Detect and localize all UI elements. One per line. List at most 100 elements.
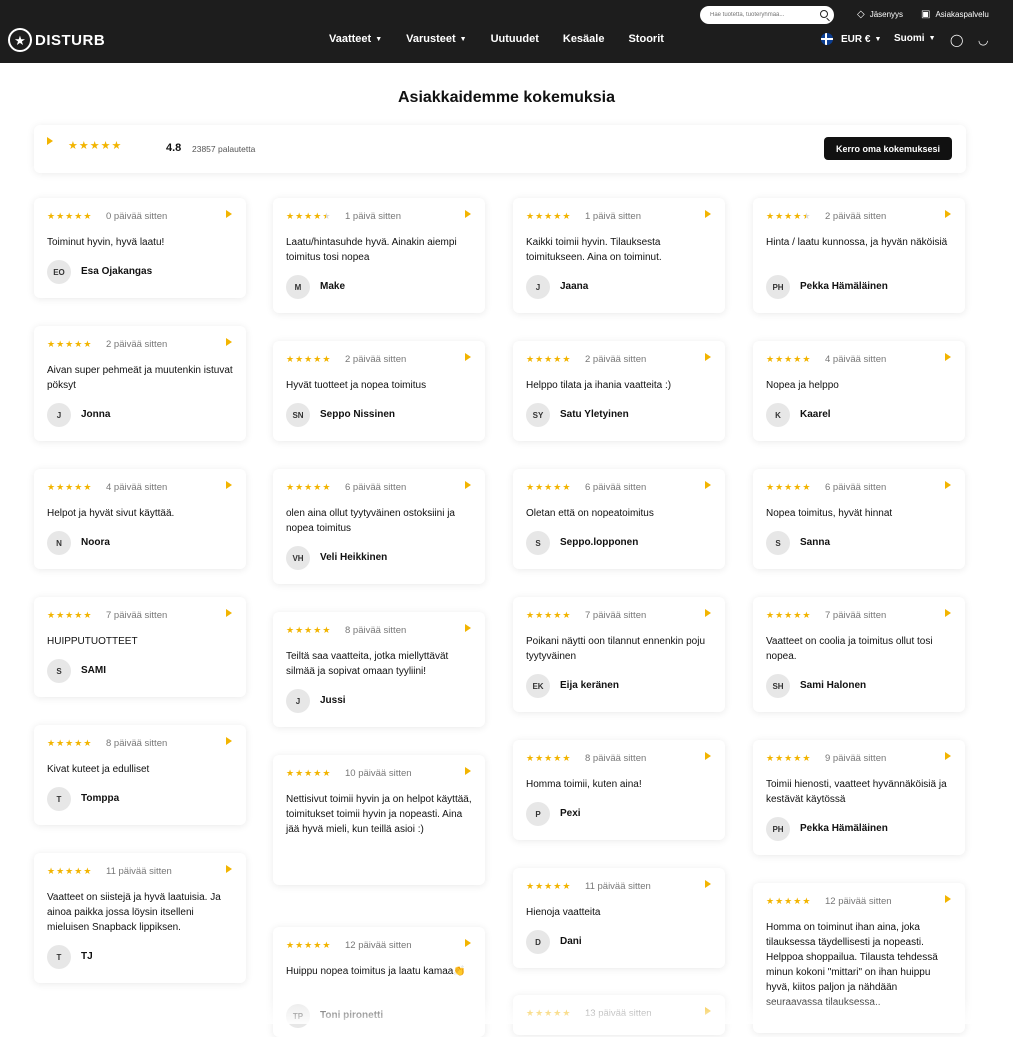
review-card: ★★★★★8 päivää sittenHomma toimii, kuten … [513, 740, 725, 840]
review-brand-icon [226, 338, 232, 346]
search-input[interactable] [710, 12, 818, 18]
star-icon: ★ [47, 340, 55, 349]
star-icon: ★ [535, 212, 543, 221]
star-icon: ★ [526, 1009, 534, 1018]
avatar: SN [286, 403, 310, 427]
review-brand-icon [945, 752, 951, 760]
review-author: Jonna [81, 409, 110, 420]
review-stars: ★★★★★ [766, 897, 810, 906]
avatar: S [526, 531, 550, 555]
review-stars: ★★★★★ [526, 355, 570, 364]
star-icon: ★ [535, 483, 543, 492]
review-brand-icon [226, 737, 232, 745]
avatar: T [47, 787, 71, 811]
review-text: Hyvät tuotteet ja nopea toimitus [286, 378, 474, 393]
chevron-down-icon: ▼ [375, 36, 382, 43]
nav-item-vaatteet[interactable]: Vaatteet▼ [329, 33, 382, 45]
star-icon: ★ [304, 769, 312, 778]
review-card: ★★★★★7 päivää sittenPoikani näytti oon t… [513, 597, 725, 712]
star-icon: ★ [802, 212, 810, 221]
review-date: 12 päivää sitten [825, 896, 892, 907]
review-brand-icon [705, 210, 711, 218]
review-stars: ★★★★★ [286, 941, 330, 950]
avatar: T [47, 945, 71, 969]
star-icon: ★ [322, 355, 330, 364]
review-stars: ★★★★★ [286, 626, 330, 635]
reviews-summary: ★★★★★ 4.8 23857 palautetta Kerro oma kok… [34, 125, 966, 173]
review-text: Teiltä saa vaatteita, jotka miellyttävät… [286, 649, 474, 679]
account-icon[interactable]: ◯ [950, 33, 963, 47]
review-date: 2 päivää sitten [825, 211, 886, 222]
review-card: ★★★★★12 päivää sittenHuippu nopea toimit… [273, 927, 485, 1037]
star-icon: ★ [286, 769, 294, 778]
avatar: S [766, 531, 790, 555]
chevron-down-icon: ▼ [874, 36, 881, 43]
star-icon: ★ [775, 611, 783, 620]
review-stars: ★★★★★ [766, 212, 810, 221]
review-author: Eija keränen [560, 680, 619, 691]
star-icon: ★ [544, 212, 552, 221]
avatar: SH [766, 674, 790, 698]
review-brand-icon [226, 609, 232, 617]
logo[interactable]: ★ DISTURB [8, 28, 105, 52]
write-review-button[interactable]: Kerro oma kokemuksesi [824, 137, 952, 160]
review-brand-icon [226, 481, 232, 489]
search-bar[interactable] [700, 6, 834, 24]
nav-item-uutuudet[interactable]: Uutuudet [491, 33, 539, 45]
nav-item-stoorit[interactable]: Stoorit [628, 33, 663, 45]
review-stars: ★★★★★ [47, 212, 91, 221]
star-icon: ★ [56, 739, 64, 748]
cart-icon[interactable]: ◡ [978, 33, 988, 47]
review-text: Vaatteet on siistejä ja hyvä laatuisia. … [47, 890, 235, 935]
star-icon: ★ [802, 897, 810, 906]
star-icon: ★ [74, 212, 82, 221]
review-card: ★★★★★11 päivää sittenVaatteet on siistej… [34, 853, 246, 983]
review-card: ★★★★★6 päivää sittenOletan että on nopea… [513, 469, 725, 569]
star-icon: ★ [553, 1009, 561, 1018]
review-author: Jussi [320, 695, 346, 706]
review-author: TJ [81, 951, 93, 962]
review-author: Seppo Nissinen [320, 409, 395, 420]
star-icon: ★ [553, 212, 561, 221]
star-icon: ★ [295, 483, 303, 492]
customer-service-link[interactable]: ▣ Asiakaspalvelu [921, 9, 989, 20]
star-icon: ★ [56, 340, 64, 349]
review-text: olen aina ollut tyytyväinen ostoksiini j… [286, 506, 474, 536]
page-title: Asiakkaidemme kokemuksia [0, 89, 1013, 107]
review-date: 1 päivä sitten [345, 211, 401, 222]
review-text: Homma toimii, kuten aina! [526, 777, 714, 792]
star-icon: ★ [775, 754, 783, 763]
review-text: Toimii hienosti, vaatteet hyvännäköisiä … [766, 777, 954, 807]
review-brand-icon [705, 752, 711, 760]
star-icon: ★ [766, 212, 774, 221]
review-card: ★★★★★6 päivää sittenNopea toimitus, hyvä… [753, 469, 965, 569]
review-card: ★★★★★2 päivää sittenHelppo tilata ja iha… [513, 341, 725, 441]
review-author: SAMI [81, 665, 106, 676]
nav-item-varusteet[interactable]: Varusteet▼ [406, 33, 466, 45]
review-card: ★★★★★10 päivää sittenNettisivut toimii h… [273, 755, 485, 885]
star-icon: ★ [775, 212, 783, 221]
star-icon: ★ [313, 769, 321, 778]
review-date: 2 päivää sitten [345, 354, 406, 365]
avatar: EO [47, 260, 71, 284]
review-stars: ★★★★★ [766, 611, 810, 620]
nav-item-kesaale[interactable]: Kesäale [563, 33, 605, 45]
review-brand-icon [465, 624, 471, 632]
membership-label: Jäsenyys [870, 10, 903, 19]
search-icon[interactable] [820, 10, 828, 18]
currency-selector[interactable]: EUR € ▼ [821, 33, 881, 45]
membership-link[interactable]: ◇ Jäsenyys [857, 9, 903, 20]
star-icon: ★ [313, 626, 321, 635]
star-icon: ★ [304, 483, 312, 492]
star-icon: ★ [784, 483, 792, 492]
star-icon: ★ [83, 867, 91, 876]
avatar: J [526, 275, 550, 299]
star-icon: ★ [47, 483, 55, 492]
star-icon: ★ [313, 483, 321, 492]
language-selector[interactable]: Suomi ▼ [894, 33, 936, 44]
review-author: Pekka Hämäläinen [800, 281, 888, 292]
star-icon: ★ [56, 611, 64, 620]
review-date: 0 päivää sitten [106, 211, 167, 222]
avatar: PH [766, 275, 790, 299]
star-icon: ★ [535, 882, 543, 891]
